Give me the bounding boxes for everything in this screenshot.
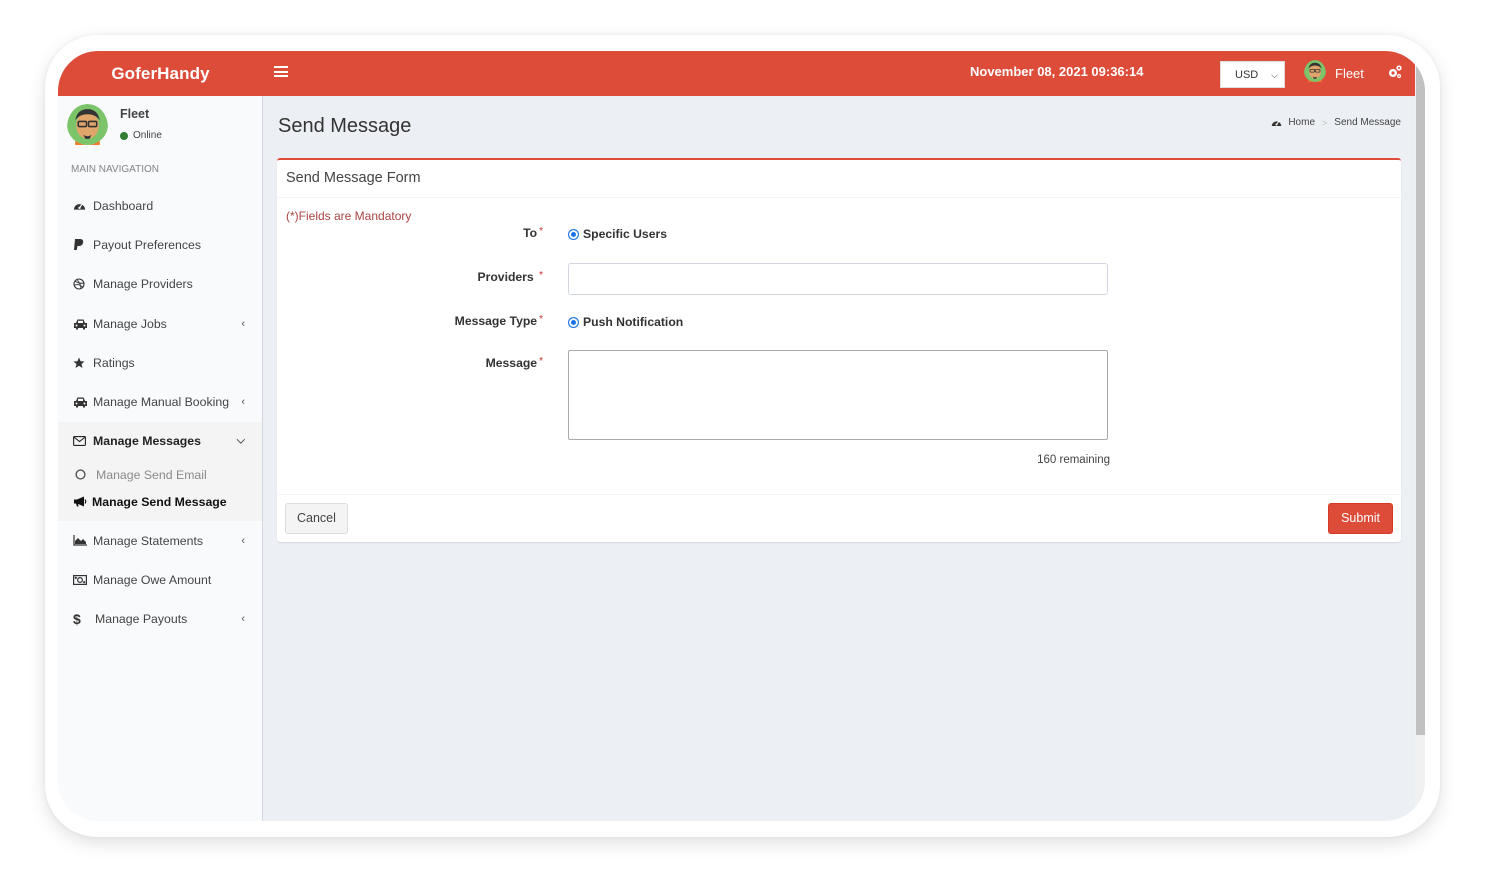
- brand-logo[interactable]: GoferHandy: [58, 51, 263, 96]
- online-status-dot-icon: [120, 131, 128, 140]
- sidebar-item-label: Manage Owe Amount: [93, 573, 212, 588]
- cancel-button[interactable]: Cancel: [285, 503, 348, 534]
- sidebar-item-label: Manage Manual Booking: [93, 395, 230, 410]
- breadcrumb-separator: >: [1322, 117, 1328, 128]
- money-icon: [73, 573, 89, 587]
- sidebar-group-manage-messages: Manage Messages ⌵ Manage Send Email Mana…: [58, 421, 262, 522]
- sidebar-item-manage-payouts[interactable]: $ Manage Payouts ‹: [58, 600, 262, 639]
- avatar: [67, 104, 108, 150]
- providers-label-text: Providers: [477, 270, 534, 284]
- message-label: Message *: [486, 356, 543, 370]
- required-marker: *: [539, 356, 543, 367]
- currency-value: USD: [1235, 69, 1259, 81]
- providers-label: Providers *: [477, 270, 543, 284]
- dashboard-icon: [73, 199, 89, 213]
- sidebar-item-label: Payout Preferences: [93, 237, 202, 252]
- required-marker: *: [539, 270, 543, 281]
- message-type-label-text: Message Type: [454, 314, 538, 328]
- to-label: To *: [523, 226, 543, 240]
- gears-icon[interactable]: [1387, 64, 1405, 82]
- providers-input[interactable]: [568, 263, 1108, 295]
- top-header: GoferHandy November 08, 2021 09:36:14 US…: [58, 51, 1415, 96]
- sidebar-user-panel: Fleet Online: [67, 104, 257, 148]
- sidebar-item-dashboard[interactable]: Dashboard: [58, 186, 262, 225]
- chevron-left-icon: ‹: [241, 317, 245, 330]
- app-screen: GoferHandy November 08, 2021 09:36:14 US…: [58, 51, 1425, 821]
- header-datetime: November 08, 2021 09:36:14: [970, 64, 1144, 79]
- sidebar-item-label: Manage Providers: [93, 277, 193, 292]
- send-message-form: Send Message Form (*)Fields are Mandator…: [277, 158, 1401, 542]
- sidebar-nav: Dashboard Payout Preferences Manage Prov…: [58, 186, 262, 639]
- hamburger-icon[interactable]: [274, 66, 288, 80]
- sidebar-item-label: Dashboard: [93, 198, 154, 213]
- message-label-text: Message: [485, 356, 538, 370]
- sidebar-item-manage-statements[interactable]: Manage Statements ‹: [58, 521, 262, 560]
- breadcrumb: Home > Send Message: [1271, 117, 1401, 128]
- sidebar-item-label: Manage Statements: [93, 533, 204, 548]
- taxi-icon: [73, 395, 89, 409]
- sidebar-item-label: Manage Messages: [93, 434, 201, 449]
- chevron-down-icon: ⌵: [236, 434, 245, 447]
- message-type-push-notification-radio[interactable]: Push Notification: [568, 315, 683, 329]
- sidebar-item-manage-jobs[interactable]: Manage Jobs ‹: [58, 304, 262, 343]
- chevron-left-icon: ‹: [241, 613, 245, 626]
- chevron-left-icon: ‹: [241, 534, 245, 547]
- sidebar-item-label: Ratings: [93, 355, 135, 370]
- chevron-left-icon: ‹: [241, 396, 245, 409]
- sidebar-item-manage-owe-amount[interactable]: Manage Owe Amount: [58, 560, 262, 599]
- main-content: Send Message Home > Send Message Send Me…: [263, 96, 1415, 821]
- form-footer: Cancel Submit: [277, 494, 1401, 542]
- mandatory-note: (*)Fields are Mandatory: [286, 209, 412, 223]
- radio-label: Specific Users: [583, 227, 668, 241]
- sidebar-item-label: Manage Jobs: [93, 316, 167, 331]
- dollar-icon: $: [73, 611, 81, 628]
- bullhorn-icon: [73, 496, 89, 507]
- header-user-name: Fleet: [1335, 65, 1364, 81]
- sidebar-item-manage-manual-booking[interactable]: Manage Manual Booking ‹: [58, 382, 262, 421]
- characters-remaining: 160 remaining: [1037, 454, 1110, 466]
- message-textarea[interactable]: [568, 350, 1108, 440]
- sidebar-subitem-label: Manage Send Message: [92, 494, 227, 509]
- dashboard-icon: [1271, 118, 1282, 127]
- sidebar-item-payout-preferences[interactable]: Payout Preferences: [58, 225, 262, 264]
- required-marker: *: [539, 314, 543, 325]
- sidebar-subitem-manage-send-message[interactable]: Manage Send Message: [58, 488, 262, 515]
- dribbble-icon: [73, 277, 89, 291]
- to-specific-users-radio[interactable]: Specific Users: [568, 227, 667, 241]
- area-chart-icon: [73, 534, 89, 548]
- sidebar-item-ratings[interactable]: Ratings: [58, 343, 262, 382]
- to-label-text: To: [523, 226, 538, 240]
- scrollbar-thumb[interactable]: [1416, 59, 1425, 735]
- submit-button[interactable]: Submit: [1328, 503, 1393, 534]
- breadcrumb-home-link[interactable]: Home: [1288, 117, 1315, 128]
- avatar: [1304, 59, 1326, 87]
- form-title: Send Message Form: [277, 160, 1401, 198]
- user-status-label: Online: [133, 130, 162, 141]
- sidebar: Fleet Online MAIN NAVIGATION Dashboard P…: [58, 96, 263, 821]
- envelope-icon: [73, 434, 89, 448]
- chevron-down-icon: ⌵: [1271, 70, 1278, 80]
- sidebar-item-manage-providers[interactable]: Manage Providers: [58, 265, 262, 304]
- nav-header: MAIN NAVIGATION: [71, 164, 159, 175]
- paypal-icon: [73, 238, 89, 252]
- sidebar-user-name: Fleet: [120, 107, 150, 121]
- radio-checked-icon: [568, 228, 579, 240]
- radio-label: Push Notification: [583, 315, 684, 329]
- taxi-icon: [73, 317, 89, 331]
- user-menu[interactable]: Fleet: [1304, 59, 1364, 87]
- star-icon: [73, 356, 89, 370]
- sidebar-item-manage-messages[interactable]: Manage Messages ⌵: [58, 422, 262, 461]
- circle-icon: [75, 469, 93, 480]
- page-title: Send Message: [278, 115, 412, 137]
- sidebar-subitem-label: Manage Send Email: [96, 467, 207, 482]
- sidebar-subitem-manage-send-email[interactable]: Manage Send Email: [58, 461, 262, 488]
- message-type-label: Message Type *: [455, 314, 543, 328]
- user-status: Online: [120, 130, 162, 141]
- radio-checked-icon: [568, 316, 579, 328]
- breadcrumb-current: Send Message: [1334, 117, 1401, 128]
- required-marker: *: [539, 226, 543, 237]
- sidebar-item-label: Manage Payouts: [95, 612, 188, 627]
- currency-select[interactable]: USD ⌵: [1220, 61, 1285, 88]
